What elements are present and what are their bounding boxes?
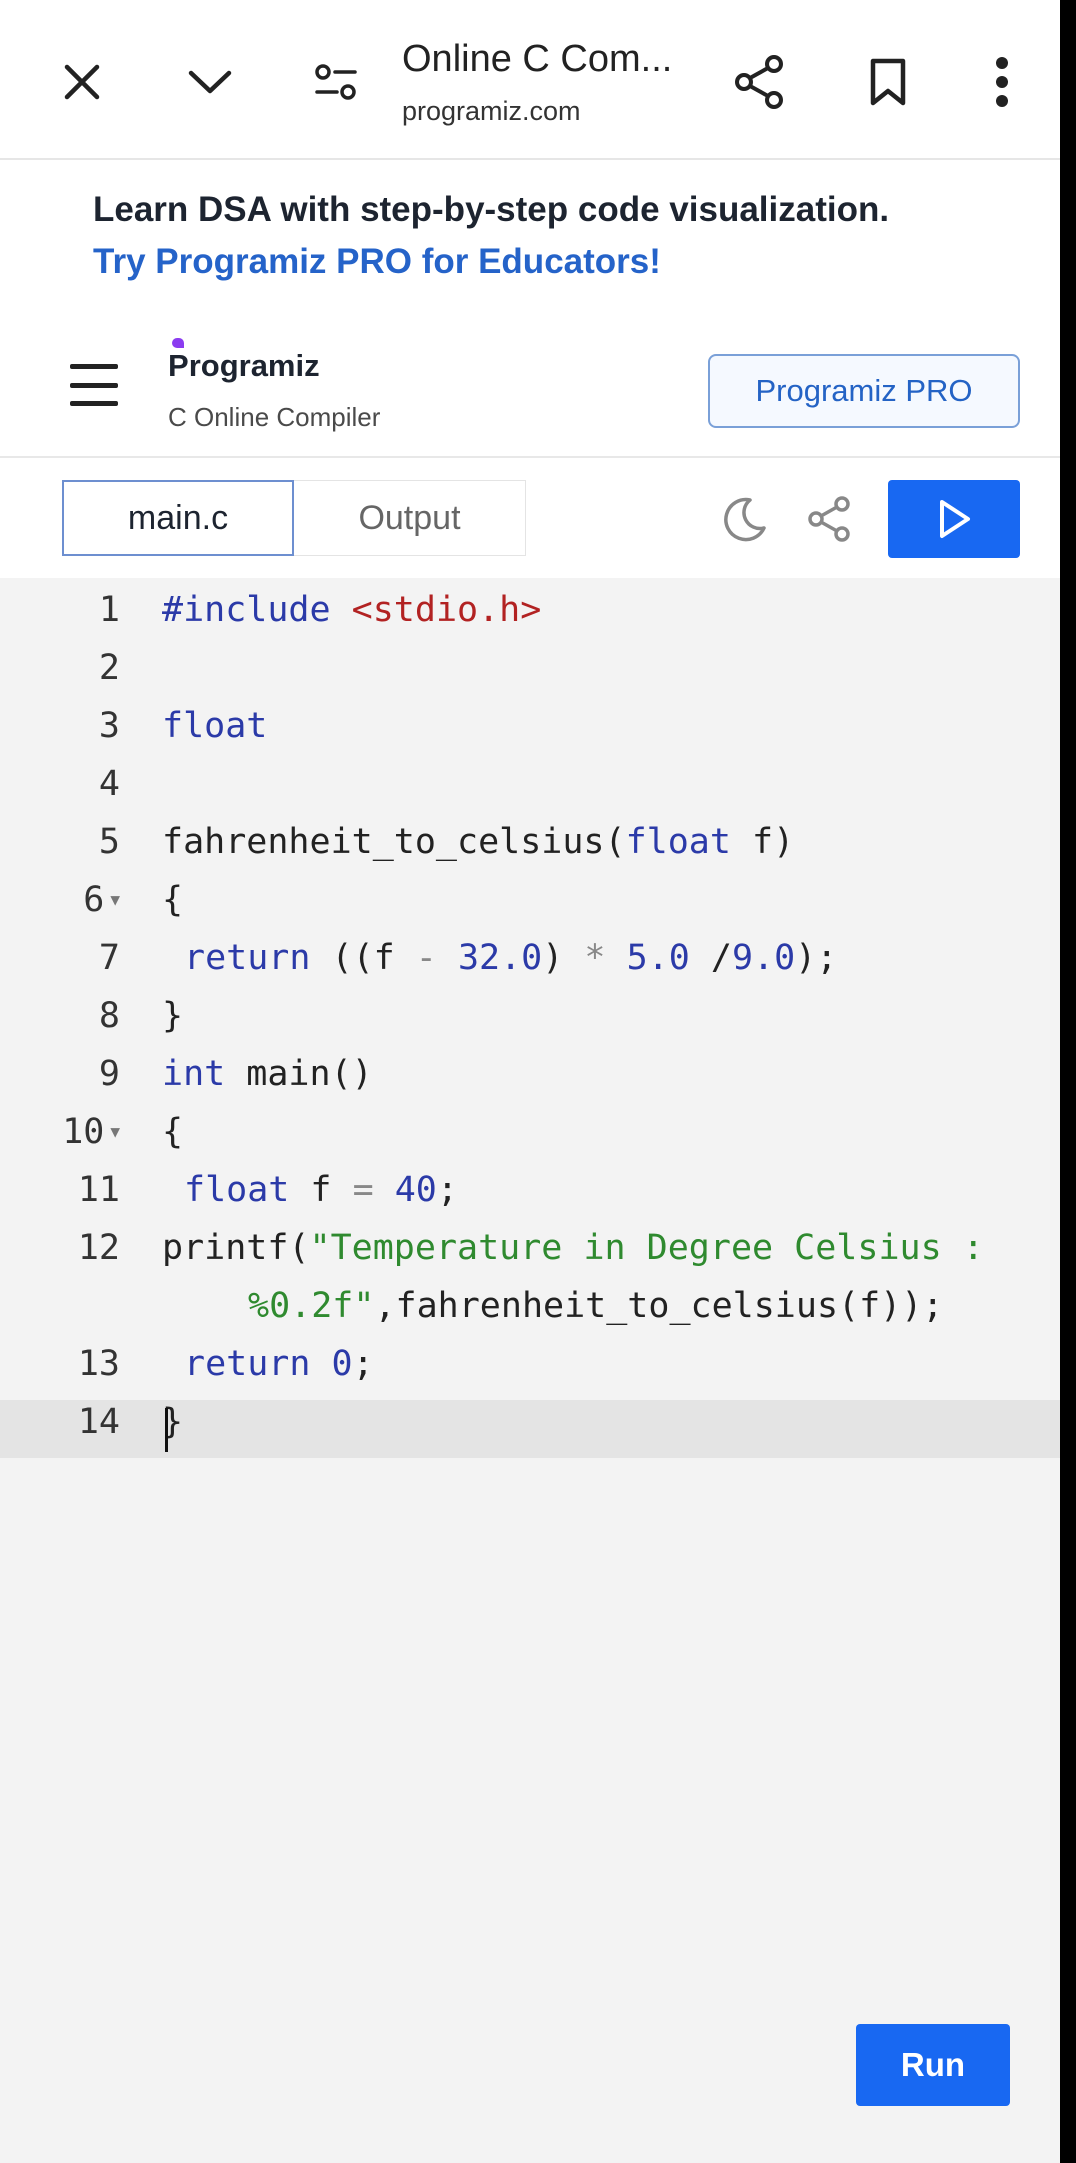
code-line: #include <stdio.h>	[162, 590, 542, 630]
line-number: 12	[77, 1228, 120, 1268]
promo-banner[interactable]: Learn DSA with step-by-step code visuali…	[0, 160, 1060, 318]
tab-main-c[interactable]: main.c	[62, 480, 294, 556]
tab-output[interactable]: Output	[294, 480, 526, 556]
code-line: int main()	[162, 1054, 373, 1094]
line-number: 3	[98, 706, 120, 746]
code-line: }	[162, 996, 184, 1036]
fold-arrow-icon: ▼	[110, 1122, 120, 1141]
line-number: 14	[77, 1402, 120, 1442]
code-line: {	[162, 1112, 184, 1152]
share-icon[interactable]	[732, 54, 786, 110]
page-title: Online C Com...	[402, 38, 673, 80]
code-line-wrap: %0.2f",fahrenheit_to_celsius(f));	[248, 1286, 944, 1326]
text-cursor	[165, 1408, 168, 1452]
line-number-fold[interactable]: 6 ▼	[0, 880, 120, 920]
code-line: printf("Temperature in Degree Celsius :	[162, 1228, 984, 1268]
bookmark-icon[interactable]	[866, 56, 910, 108]
more-vert-icon[interactable]	[984, 54, 1020, 110]
site-settings-icon[interactable]	[312, 60, 360, 104]
share-code-icon[interactable]	[804, 494, 854, 544]
promo-link[interactable]: Try Programiz PRO for Educators!	[93, 242, 661, 282]
page: Online C Com... programiz.com Learn DSA …	[0, 0, 1060, 2163]
chevron-down-icon[interactable]	[184, 62, 236, 102]
code-line: float	[162, 706, 268, 746]
dark-mode-icon[interactable]	[720, 494, 770, 544]
line-number: 13	[77, 1344, 120, 1384]
line-number: 7	[98, 938, 120, 978]
page-url: programiz.com	[402, 96, 581, 126]
line-number: 1	[98, 590, 120, 630]
active-line-highlight	[0, 1400, 1060, 1458]
promo-headline: Learn DSA with step-by-step code visuali…	[93, 190, 890, 229]
line-number: 5	[98, 822, 120, 862]
code-line: return ((f - 32.0) * 5.0 /9.0);	[184, 938, 838, 978]
close-icon[interactable]	[58, 58, 106, 106]
code-line: return 0;	[184, 1344, 374, 1384]
run-button[interactable]: Run	[856, 2024, 1010, 2106]
code-editor[interactable]: 1 2 3 4 5 6 ▼ 7 8 9 10 ▼ 11 12 13 14 #incl…	[0, 578, 1060, 2163]
programiz-logo[interactable]: Programiz	[168, 348, 320, 384]
line-number: 2	[98, 648, 120, 688]
programiz-pro-button[interactable]: Programiz PRO	[708, 354, 1020, 428]
code-line: float f = 40;	[184, 1170, 458, 1210]
line-number: 4	[98, 764, 120, 804]
line-number: 11	[77, 1170, 120, 1210]
run-icon-button[interactable]	[888, 480, 1020, 558]
line-number: 8	[98, 996, 120, 1036]
fold-arrow-icon: ▼	[110, 890, 120, 909]
editor-toolbar: main.c Output	[0, 458, 1060, 578]
site-header: Programiz C Online Compiler Programiz PR…	[0, 318, 1060, 458]
code-line: {	[162, 880, 184, 920]
play-icon	[940, 500, 970, 538]
compiler-subtitle: C Online Compiler	[168, 402, 381, 432]
hamburger-menu-icon[interactable]	[70, 364, 118, 406]
line-number: 9	[98, 1054, 120, 1094]
code-line: fahrenheit_to_celsius(float f)	[162, 822, 795, 862]
line-number-fold[interactable]: 10 ▼	[0, 1112, 120, 1152]
browser-toolbar: Online C Com... programiz.com	[0, 0, 1060, 160]
